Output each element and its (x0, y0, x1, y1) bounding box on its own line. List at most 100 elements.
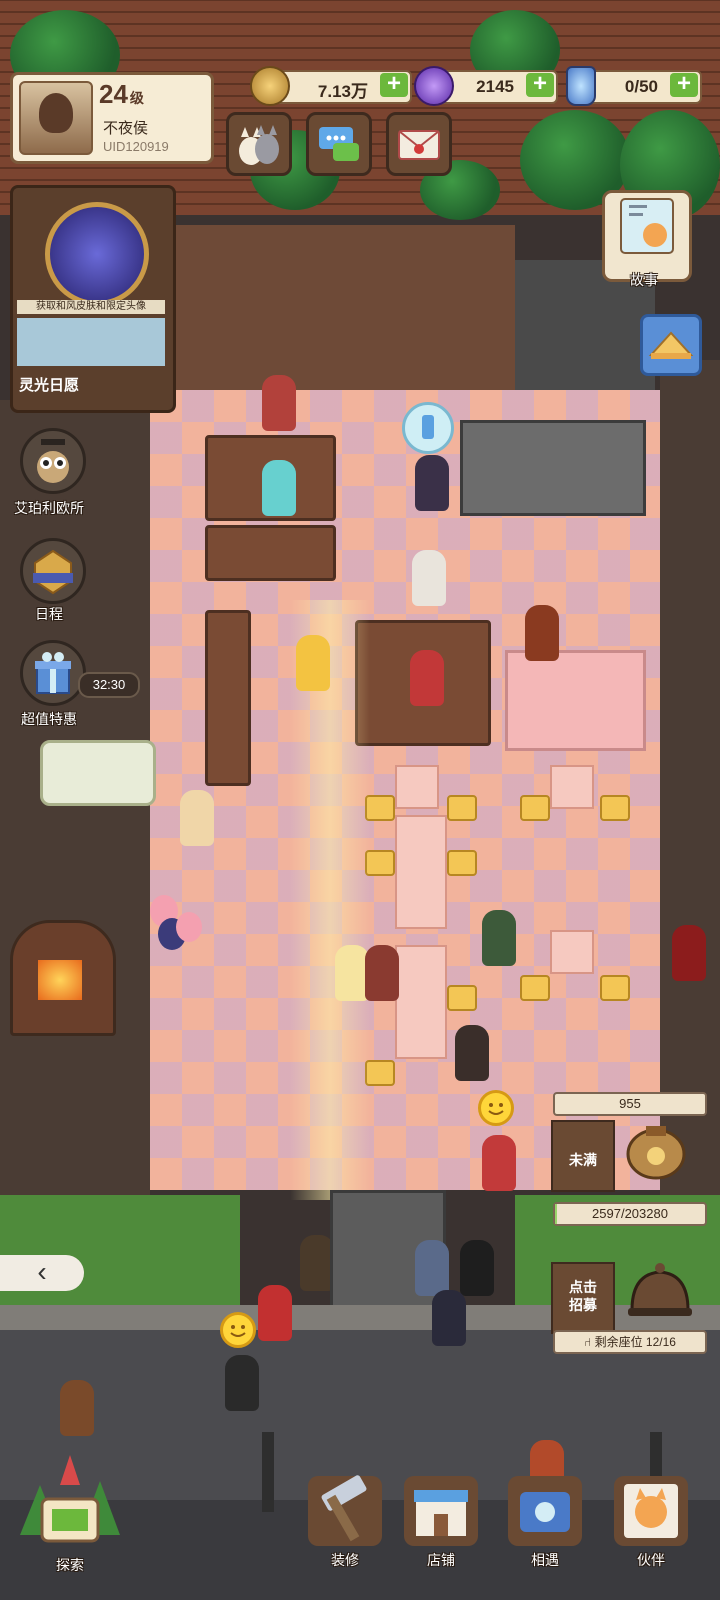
revenue-progress-text: 2597/203280 (592, 1206, 668, 1221)
add-coins-button[interactable]: + (380, 72, 408, 97)
staff-character[interactable] (262, 375, 296, 431)
customer-character[interactable] (482, 1135, 516, 1191)
cat-icon (239, 125, 279, 165)
pink-counter[interactable] (505, 650, 646, 751)
mail-button[interactable] (386, 112, 452, 176)
chair[interactable] (447, 985, 477, 1011)
dining-table[interactable] (395, 815, 447, 929)
nav-label-decorate: 装修 (331, 1552, 359, 1568)
pedestrian-character[interactable] (415, 1240, 449, 1296)
side-button-schedule[interactable] (20, 538, 86, 604)
customer-character[interactable] (672, 925, 706, 981)
nav-label-shop: 店铺 (427, 1552, 455, 1568)
recruit-panel[interactable]: 点击招募 (551, 1262, 615, 1334)
left-room (0, 400, 150, 1320)
staff-character[interactable] (262, 460, 296, 516)
explore-icon (20, 1455, 120, 1543)
nav-explore[interactable]: 探索 (0, 1445, 140, 1575)
dining-table[interactable] (395, 765, 439, 809)
customer-character[interactable] (455, 1025, 489, 1081)
gems-value: 2145 (476, 77, 514, 96)
revenue-progress-bar: 2597/203280 (553, 1202, 707, 1226)
staff-character[interactable] (415, 455, 449, 511)
happy-emoji-bubble[interactable] (478, 1090, 514, 1126)
chevron-left-icon: ‹ (37, 1256, 47, 1287)
coins-counter: 7.13万 + (250, 66, 412, 106)
chair[interactable] (520, 975, 550, 1001)
sandwich-icon (648, 331, 694, 359)
revenue-bag-icon[interactable] (614, 1108, 698, 1192)
partner-icon (614, 1476, 688, 1546)
player-avatar[interactable] (19, 81, 93, 155)
side-label-deal: 超值特惠 (21, 711, 77, 727)
food-order-button[interactable] (640, 314, 702, 376)
order-bubble[interactable] (402, 402, 454, 454)
customer-character[interactable] (335, 945, 369, 1001)
potion-value: 0/50 (624, 77, 658, 96)
dining-table[interactable] (550, 765, 594, 809)
side-button-deal[interactable] (20, 640, 86, 706)
nav-shop[interactable]: 店铺 (396, 1470, 486, 1580)
nav-encounter[interactable]: 相遇 (500, 1470, 590, 1580)
nav-decorate[interactable]: 装修 (300, 1470, 390, 1580)
collapse-arrow-button[interactable]: ‹ (0, 1255, 84, 1291)
customer-character[interactable] (482, 910, 516, 966)
happy-emoji-bubble[interactable] (220, 1312, 256, 1348)
owl-guide-character[interactable] (300, 1235, 334, 1291)
chair[interactable] (600, 975, 630, 1001)
dining-table[interactable] (395, 945, 447, 1059)
nav-label-partner: 伙伴 (637, 1552, 665, 1568)
add-potion-button[interactable]: + (670, 72, 698, 97)
bakery-counter[interactable] (205, 525, 336, 581)
chair[interactable] (447, 795, 477, 821)
chat-button[interactable] (306, 112, 372, 176)
cats-button[interactable] (226, 112, 292, 176)
add-gems-button[interactable]: + (526, 72, 554, 97)
smile-icon (230, 1325, 246, 1337)
side-button-owl[interactable] (20, 428, 86, 494)
event-shop-preview (17, 318, 165, 366)
chair[interactable] (447, 850, 477, 876)
potion-counter: 0/50 + (566, 66, 702, 106)
service-bell-button[interactable] (618, 1250, 702, 1330)
chair[interactable] (600, 795, 630, 821)
story-button[interactable] (602, 190, 692, 282)
back-wall-shelves (175, 225, 515, 396)
event-medal-icon (45, 202, 149, 306)
dining-table[interactable] (550, 930, 594, 974)
coin-icon (250, 66, 290, 106)
chair-icon: ⑁ (584, 1335, 595, 1349)
pedestrian-character[interactable] (225, 1355, 259, 1411)
event-title: 灵光日愿 (19, 377, 80, 394)
staff-character[interactable] (410, 650, 444, 706)
nav-partner[interactable]: 伙伴 (606, 1470, 696, 1580)
balloon (176, 912, 202, 942)
nav-label-explore: 探索 (56, 1557, 84, 1573)
schedule-icon (33, 549, 73, 595)
pedestrian-character[interactable] (60, 1380, 94, 1436)
side-label-owl: 艾珀利欧所 (14, 500, 84, 516)
pedestrian-character[interactable] (432, 1290, 466, 1346)
sofa[interactable] (40, 740, 156, 806)
chat-icon (319, 127, 359, 161)
drink-shelf[interactable] (205, 610, 251, 786)
player-uid: UID120919 (103, 139, 169, 154)
deal-countdown: 32:30 (78, 672, 140, 698)
customer-character[interactable] (180, 790, 214, 846)
staff-character[interactable] (525, 605, 559, 661)
staff-character[interactable] (296, 635, 330, 691)
revenue-progress-fill (555, 1204, 557, 1224)
customer-character[interactable] (365, 945, 399, 1001)
staff-character[interactable] (412, 550, 446, 606)
pedestrian-character[interactable] (460, 1240, 494, 1296)
player-profile-card[interactable]: 24 级 不夜侯 UID120919 (10, 72, 214, 164)
fire (38, 960, 82, 1000)
phone-icon (508, 1476, 582, 1546)
smile-icon (488, 1103, 504, 1115)
stove[interactable] (460, 420, 646, 516)
nav-label-encounter: 相遇 (531, 1552, 559, 1568)
chair[interactable] (520, 795, 550, 821)
event-banner[interactable]: 获取和风皮肤和限定头像 灵光日愿 (10, 185, 176, 413)
coins-value: 7.13万 (317, 82, 368, 101)
pedestrian-character[interactable] (258, 1285, 292, 1341)
